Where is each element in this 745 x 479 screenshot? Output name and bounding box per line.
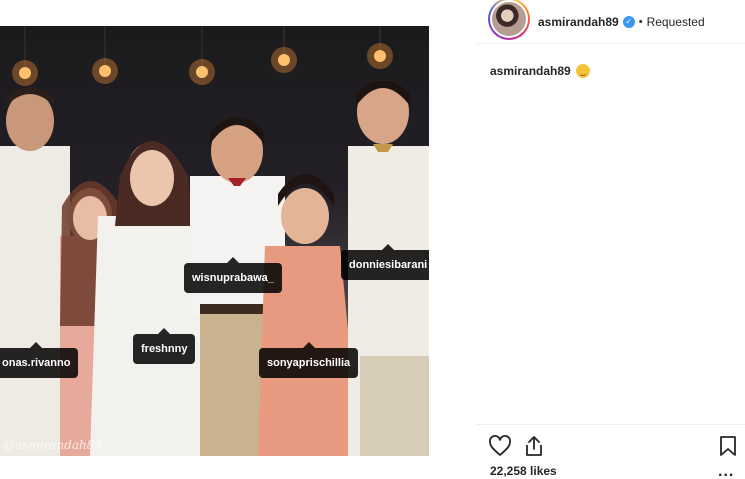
verified-badge-icon: ✓ <box>622 15 635 28</box>
author-username[interactable]: asmirandah89 <box>538 15 619 29</box>
post-header: asmirandah89 ✓ • Requested <box>476 0 745 44</box>
user-tag-donniesibarani[interactable]: donniesibarani <box>341 244 429 280</box>
photo-watermark: @asmirandah89 <box>3 438 102 452</box>
photo-scene <box>0 26 429 456</box>
bookmark-icon[interactable] <box>716 434 740 458</box>
likes-count[interactable]: 22,258 likes <box>490 464 557 478</box>
header-separator: • <box>638 15 643 28</box>
more-options-button[interactable]: ... <box>718 464 734 479</box>
post-actions <box>488 434 738 458</box>
author-avatar[interactable] <box>488 0 530 40</box>
user-tag-sonyaprischillia[interactable]: sonyaprischillia <box>259 342 359 378</box>
user-tag-freshnny[interactable]: freshnny <box>133 328 196 364</box>
user-tag-onas-rivanno[interactable]: onas.rivanno <box>0 342 79 378</box>
post-photo[interactable]: wisnuprabawa_ donniesibarani freshnny on… <box>0 26 429 456</box>
heart-icon[interactable] <box>488 434 512 458</box>
smiling-face-emoji-icon <box>575 64 590 78</box>
user-tag-wisnuprabawa[interactable]: wisnuprabawa_ <box>184 257 282 293</box>
share-icon[interactable] <box>522 434 546 458</box>
follow-status-button[interactable]: Requested <box>647 15 705 29</box>
actions-divider <box>476 424 745 425</box>
caption-username[interactable]: asmirandah89 <box>490 64 571 78</box>
post-caption: asmirandah89 <box>490 64 590 78</box>
